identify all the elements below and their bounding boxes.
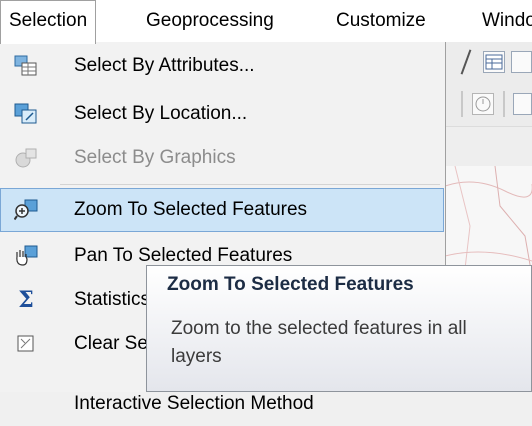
menu-geoprocessing[interactable]: Geoprocessing [138,0,282,42]
menu-customize[interactable]: Customize [328,0,434,42]
menu-item-label: Select By Graphics [74,147,236,168]
toolbar-row [445,42,532,83]
select-by-location-icon [14,103,38,125]
tooltip-body: Zoom to the selected features in all lay… [171,318,467,367]
tooltip: Zoom To Selected Features Zoom to the se… [146,265,532,392]
select-by-attributes-icon [14,55,38,77]
table-icon[interactable] [483,51,505,73]
menu-item-select-by-location[interactable]: Select By Location... [0,92,444,136]
select-by-graphics-icon [14,147,38,169]
tool-icon[interactable] [513,93,532,115]
menu-separator [60,184,440,185]
menu-selection[interactable]: Selection [0,0,97,44]
sigma-icon: Σ [18,287,34,313]
time-slider-icon[interactable] [472,93,494,115]
menu-item-select-by-attributes[interactable]: Select By Attributes... [0,44,444,88]
zoom-to-selected-icon [13,199,38,221]
menu-item-label: Select By Location... [74,103,248,124]
menu-item-zoom-to-selected[interactable]: Zoom To Selected Features [0,188,444,232]
menu-item-label: Zoom To Selected Features [74,199,308,220]
toolbar-separator [503,91,505,117]
tooltip-title: Zoom To Selected Features [167,274,414,295]
menu-item-label: Select By Attributes... [74,55,255,76]
menu-bar: Selection Geoprocessing Customize Windo [0,0,532,44]
toolbar-separator [461,91,463,117]
menu-item-select-by-graphics[interactable]: Select By Graphics [0,136,444,180]
menu-windows[interactable]: Windo [474,0,532,42]
pan-to-selected-icon [14,245,38,267]
toolbar-row [445,82,532,127]
window-icon[interactable] [511,51,532,73]
toolbar-separator [460,49,472,75]
clear-selection-icon [14,333,38,355]
